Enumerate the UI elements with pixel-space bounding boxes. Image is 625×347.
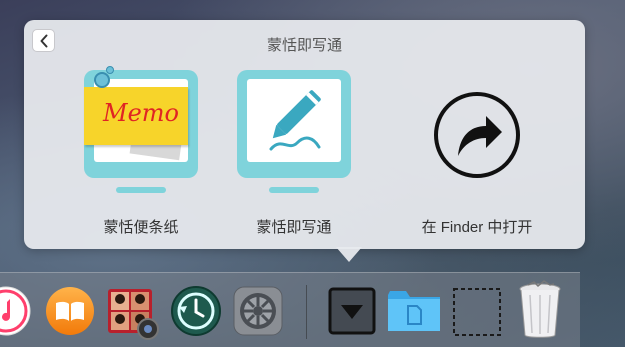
pen-app-label: 蒙恬即写通 [256,219,332,236]
trash-icon[interactable] [514,279,566,346]
pen-app-item[interactable]: 蒙恬即写通 [219,70,369,236]
open-in-finder-item[interactable]: 在 Finder 中打开 [402,70,552,236]
empty-stack-icon[interactable] [452,287,502,342]
open-in-finder-label: 在 Finder 中打开 [421,219,533,236]
time-machine-icon[interactable] [170,285,222,342]
memo-text: Memo [103,99,179,127]
pen-icon [269,90,321,151]
popover-arrow [336,247,362,262]
app-popover: 蒙恬即写通 Memo 蒙恬便条纸 蒙恬即写通 在 Finder 中打开 [24,20,585,249]
downloads-stack-icon[interactable] [328,287,376,340]
open-in-finder-arrow-icon [434,92,520,178]
popover-title: 蒙恬即写通 [266,37,342,54]
memo-app-item[interactable]: Memo 蒙恬便条纸 [66,66,216,236]
photo-booth-icon[interactable] [104,285,160,346]
system-preferences-icon[interactable] [232,285,284,342]
pin-icon [94,72,110,88]
memo-app-icon: Memo [84,66,198,178]
dock-separator [306,285,307,339]
ibooks-icon[interactable] [44,285,96,342]
documents-folder-icon[interactable] [386,287,442,340]
dock [0,272,580,347]
memo-app-label: 蒙恬便条纸 [103,219,179,236]
pen-app-icon [237,70,351,178]
itunes-icon[interactable] [0,285,32,342]
